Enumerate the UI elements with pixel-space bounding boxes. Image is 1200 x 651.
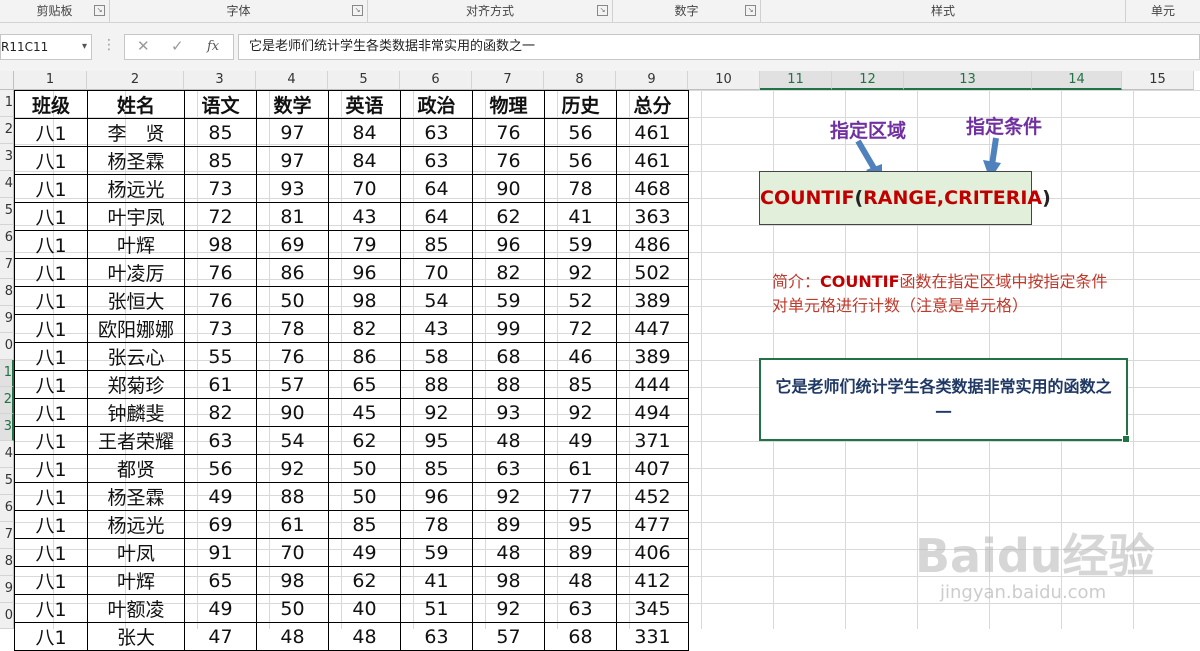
note-text: 它是老师们统计学生各类数据非常实用的函数之一 [775,376,1112,422]
intro-function: COUNTIF [820,272,900,291]
formula-arguments: RANGE,CRITERIA [863,187,1043,209]
watermark-url: jingyan.baidu.com [940,582,1107,603]
intro-text: 简介：COUNTIF函数在指定区域中按指定条件对单元格进行计数（注意是单元格） [772,270,1122,318]
fill-handle[interactable] [1122,435,1130,443]
selected-note-cell[interactable]: 它是老师们统计学生各类数据非常实用的函数之一 [759,358,1130,443]
formula-open-paren: ( [854,187,864,209]
intro-prefix: 简介： [772,272,821,291]
baidu-watermark-logo: Baidu经验 [915,529,1155,583]
formula-close-paren: ) [1042,187,1051,209]
formula-function: COUNTIF [760,187,855,209]
countif-formula-box[interactable]: COUNTIF(RANGE,CRITERIA) [759,171,1051,225]
